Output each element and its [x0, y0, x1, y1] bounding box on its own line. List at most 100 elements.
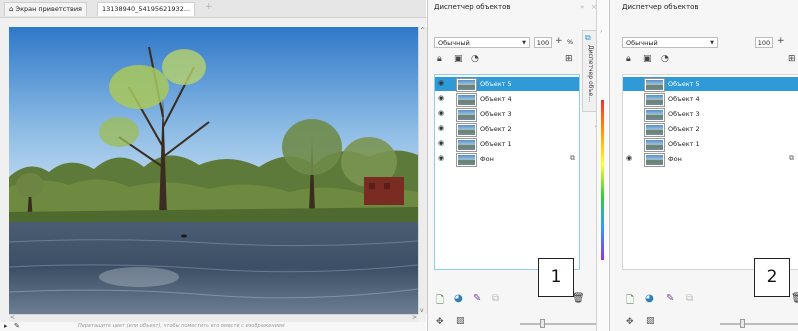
trash-icon[interactable]: 🗑︎	[791, 293, 798, 304]
blend-mode-value: Обычный	[438, 39, 470, 47]
vertical-scrollbar[interactable]: ^ v	[418, 27, 427, 314]
panel-title: Диспетчер объектов	[622, 3, 699, 11]
layer-row[interactable]: ◉ Объект 1	[435, 137, 579, 152]
layer-row[interactable]: ◉ Объект 3	[435, 107, 579, 122]
mask-icon[interactable]: ▣	[643, 54, 652, 64]
scroll-up-icon[interactable]: ^	[420, 27, 425, 34]
panel-divider[interactable]: ›	[596, 0, 609, 331]
layer-thumbnail	[456, 108, 477, 122]
pointer-icon[interactable]: ▸	[4, 322, 8, 331]
grid-view-icon[interactable]: ⊞	[565, 54, 573, 64]
vertical-tab-label: Диспетчер объе...	[587, 45, 594, 102]
layer-thumbnail	[644, 108, 665, 122]
color-palette-strip[interactable]	[601, 100, 604, 260]
lock-icon[interactable]: 🔒︎	[626, 54, 631, 64]
document-window: ⌂ Экран приветствия 13138940_54195621932…	[0, 0, 427, 331]
blend-mode-select[interactable]: Обычный ▼	[434, 37, 530, 48]
scroll-down-icon[interactable]: v	[420, 307, 424, 314]
opacity-input[interactable]: 100	[534, 37, 552, 48]
new-layer-icon[interactable]: 🗋	[626, 293, 634, 310]
layer-row[interactable]: ◉ Фон ⧉	[623, 152, 798, 167]
eye-icon[interactable]: ◉	[438, 124, 444, 132]
layer-row[interactable]: ◉ Объект 4	[435, 92, 579, 107]
zoom-slider-handle[interactable]	[740, 319, 745, 328]
opacity-unit: %	[567, 38, 574, 46]
zoom-slider[interactable]	[720, 323, 798, 325]
image-icon[interactable]: ▨	[456, 316, 465, 326]
pen-icon[interactable]: ✎	[14, 322, 20, 331]
tab-image-label: 13138940_54195621932...	[102, 5, 191, 13]
canvas-photo-pond[interactable]	[9, 27, 418, 314]
zoom-slider[interactable]	[520, 323, 596, 325]
callout-marker-2: 2	[754, 258, 790, 297]
combine-icon[interactable]: ⧉	[492, 293, 499, 304]
status-bar: ▸ ✎ Перетащите цвет (или объект), чтобы …	[0, 322, 426, 331]
visibility-toggle-icon[interactable]: ◔	[661, 54, 669, 64]
new-layer-icon[interactable]: 🗋	[436, 293, 444, 310]
layer-row[interactable]: ◉ Фон ⧉	[435, 152, 579, 167]
layer-row[interactable]: Объект 2	[623, 122, 798, 137]
layer-name: Объект 3	[480, 110, 512, 118]
layer-thumbnail	[456, 78, 477, 92]
layer-row[interactable]: ◉ Объект 2	[435, 122, 579, 137]
opacity-input[interactable]: 100	[755, 37, 773, 48]
layer-name: Объект 3	[668, 110, 700, 118]
blend-mode-value: Обычный	[626, 39, 658, 47]
layer-row[interactable]: Объект 5	[623, 77, 798, 92]
layer-thumbnail	[644, 153, 665, 167]
layer-row[interactable]: Объект 1	[623, 137, 798, 152]
eye-icon[interactable]: ◉	[438, 109, 444, 117]
fx-icon[interactable]: ✎	[473, 293, 481, 304]
zoom-slider-handle[interactable]	[540, 319, 545, 328]
collapse-icon[interactable]: ›	[600, 28, 602, 35]
new-tab-button[interactable]: +	[205, 2, 213, 12]
layer-thumbnail	[456, 93, 477, 107]
plus-icon[interactable]: +	[777, 36, 785, 46]
scroll-right-icon[interactable]: >	[412, 314, 417, 321]
lock-icon[interactable]: 🔒︎	[437, 54, 442, 64]
panel-menu-icon[interactable]: »	[580, 3, 584, 11]
blend-mode-select[interactable]: Обычный ▼	[622, 37, 718, 48]
layer-name: Объект 4	[480, 95, 512, 103]
tab-welcome-label: Экран приветствия	[15, 5, 82, 13]
tab-welcome-screen[interactable]: ⌂ Экран приветствия	[4, 2, 87, 16]
mask-icon[interactable]: ▣	[454, 54, 463, 64]
combine-icon[interactable]: ⧉	[686, 293, 693, 304]
object-manager-panel-1: Диспетчер объектов » × Обычный ▼ 100 + %…	[427, 0, 612, 331]
fx-icon[interactable]: ✎	[666, 293, 674, 304]
home-icon: ⌂	[9, 5, 14, 13]
navigator-icon[interactable]: ✥	[626, 317, 634, 327]
tab-image-document[interactable]: 13138940_54195621932...	[97, 2, 196, 16]
callout-marker-1: 1	[538, 258, 574, 297]
layer-name: Объект 5	[480, 80, 512, 88]
chevron-down-icon: ▼	[522, 40, 526, 46]
eye-icon[interactable]: ◉	[438, 139, 444, 147]
trash-icon[interactable]: 🗑︎	[572, 293, 585, 304]
layer-name: Фон	[668, 155, 682, 163]
layer-name: Объект 4	[668, 95, 700, 103]
plus-icon[interactable]: +	[555, 36, 563, 46]
scroll-left-icon[interactable]: <	[10, 314, 15, 321]
layer-thumbnail	[644, 138, 665, 152]
new-mask-icon[interactable]: ◕	[645, 293, 654, 304]
eye-icon[interactable]: ◉	[438, 79, 444, 87]
panel-title: Диспетчер объектов	[434, 3, 511, 11]
visibility-toggle-icon[interactable]: ◔	[471, 54, 479, 64]
eye-icon[interactable]: ◉	[438, 94, 444, 102]
document-tab-bar: ⌂ Экран приветствия 13138940_54195621932…	[0, 0, 426, 18]
grid-view-icon[interactable]: ⊞	[788, 54, 796, 64]
layer-row[interactable]: Объект 4	[623, 92, 798, 107]
layer-name: Объект 5	[668, 80, 700, 88]
eye-icon[interactable]: ◉	[626, 154, 632, 162]
layer-thumbnail	[456, 153, 477, 167]
layer-thumbnail	[644, 78, 665, 92]
new-mask-icon[interactable]: ◕	[454, 293, 463, 304]
lock-background-icon[interactable]: ⧉	[570, 154, 575, 163]
layer-thumbnail	[644, 93, 665, 107]
lock-background-icon[interactable]: ⧉	[789, 154, 794, 163]
layer-row[interactable]: Объект 3	[623, 107, 798, 122]
layer-row[interactable]: ◉ Объект 5	[435, 77, 579, 92]
navigator-icon[interactable]: ✥	[436, 317, 444, 327]
image-icon[interactable]: ▨	[646, 316, 655, 326]
eye-icon[interactable]: ◉	[438, 154, 444, 162]
